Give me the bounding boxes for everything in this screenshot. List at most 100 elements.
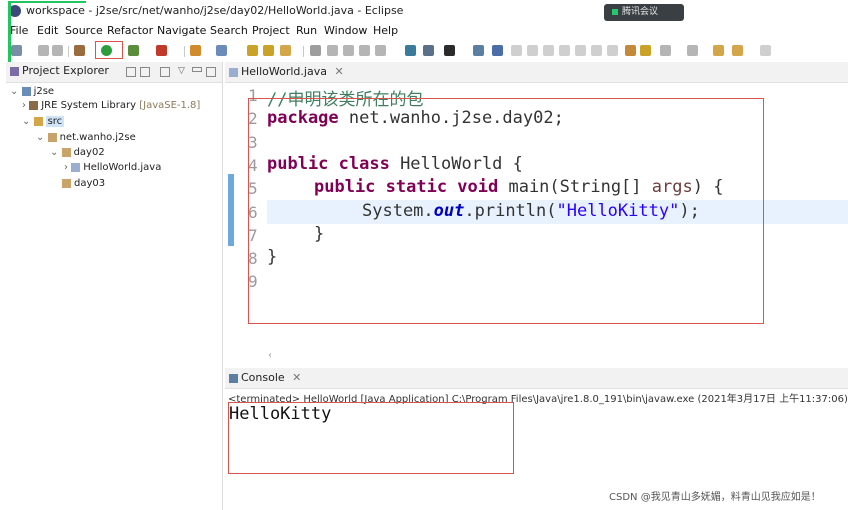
show-whitespace-icon[interactable] (359, 45, 370, 56)
menu-window[interactable]: Window (324, 24, 367, 37)
meeting-label: 腾讯会议 (622, 7, 659, 17)
menu-edit[interactable]: Edit (37, 24, 58, 37)
tree-item-day02[interactable]: ⌄ day02 (50, 147, 105, 158)
project-explorer-icon (10, 66, 19, 76)
tree-item-label: net.wanho.j2se (59, 132, 136, 143)
debug-icon[interactable] (74, 45, 85, 56)
tree-item-j2se[interactable]: ⌄ j2se (10, 86, 54, 97)
tab-project-explorer[interactable]: Project Explorer (10, 64, 109, 81)
chevron-down-icon: ⌄ (50, 147, 59, 158)
save-all-icon[interactable] (52, 45, 63, 56)
editor-tab-label: HelloWorld.java (241, 65, 327, 78)
search-icon[interactable] (280, 45, 291, 56)
tree-item-jre-library[interactable]: › JRE System Library [JavaSE-1.8] (22, 100, 200, 111)
tree-item-label: j2se (33, 86, 55, 97)
tab-helloworld-java[interactable]: HelloWorld.java ✕ (229, 65, 344, 78)
open-task-icon[interactable] (263, 45, 274, 56)
menu-file[interactable]: File (10, 24, 28, 37)
java-file-icon (229, 67, 238, 77)
meeting-icon (612, 8, 618, 15)
disconnect-icon[interactable] (559, 45, 570, 56)
link-with-editor-icon[interactable] (140, 67, 150, 77)
new-icon[interactable] (11, 45, 22, 56)
back-icon[interactable] (713, 45, 724, 56)
tab-console[interactable]: Console ✕ (229, 371, 301, 384)
meeting-badge[interactable]: 腾讯会议 (604, 4, 684, 21)
step-return-icon[interactable] (607, 45, 618, 56)
code-annotation-box (248, 98, 764, 324)
last-edit-icon[interactable] (687, 45, 698, 56)
tree-item-label: src (45, 116, 65, 127)
toolbar (0, 42, 848, 60)
step-over-icon[interactable] (591, 45, 602, 56)
close-icon[interactable]: ✕ (334, 65, 343, 78)
new-package-icon[interactable] (216, 45, 227, 56)
forward-icon[interactable] (760, 45, 771, 56)
chevron-right-icon: › (22, 100, 26, 111)
menu-source[interactable]: Source (65, 24, 103, 37)
source-folder-icon (33, 116, 43, 126)
menu-project[interactable]: Project (252, 24, 290, 37)
window-title: workspace - j2se/src/net/wanho/j2se/day0… (26, 4, 404, 17)
menu-bar: File Edit Source Refactor Navigate Searc… (0, 24, 848, 41)
step-into-icon[interactable] (575, 45, 586, 56)
toggle-mark-icon[interactable] (310, 45, 321, 56)
minimize-icon[interactable] (192, 67, 202, 72)
debug-perspective-icon[interactable] (444, 45, 455, 56)
java-file-icon (71, 162, 81, 172)
console-annotation-box (228, 402, 514, 474)
tree-item-label: HelloWorld.java (83, 162, 162, 173)
run-button-highlight (95, 41, 123, 59)
forward-history-icon[interactable] (732, 45, 743, 56)
skip-breakpoints-icon[interactable] (492, 45, 503, 56)
package-icon (62, 178, 71, 188)
tree-item-day03[interactable]: day03 (62, 178, 105, 189)
close-icon[interactable]: ✕ (292, 371, 301, 384)
window-title-bar: workspace - j2se/src/net/wanho/j2se/day0… (0, 0, 848, 24)
tab-project-explorer-label: Project Explorer (22, 64, 109, 77)
external-tools-icon[interactable] (156, 45, 167, 56)
tree-item-package-root[interactable]: ⌄ net.wanho.j2se (36, 132, 136, 143)
task-list-icon[interactable] (625, 45, 636, 56)
annotation-icon[interactable] (327, 45, 338, 56)
menu-navigate[interactable]: Navigate (157, 24, 206, 37)
console-tab-bar: Console ✕ (225, 368, 848, 389)
menu-help[interactable]: Help (373, 24, 398, 37)
web-browser-icon[interactable] (405, 45, 416, 56)
suspend-icon[interactable] (527, 45, 538, 56)
previous-annotation-icon[interactable] (660, 45, 671, 56)
save-icon[interactable] (38, 45, 49, 56)
toolbar-separator (184, 46, 185, 57)
scroll-left-icon[interactable]: ‹ (268, 350, 272, 361)
open-type-icon[interactable] (247, 45, 258, 56)
tree-item-helloworld-java[interactable]: › HelloWorld.java (64, 162, 161, 173)
menu-refactor[interactable]: Refactor (107, 24, 153, 37)
tree-item-src[interactable]: ⌄ src (22, 116, 65, 127)
change-marker (228, 174, 234, 246)
resume-icon[interactable] (511, 45, 522, 56)
view-menu-icon[interactable]: ▽ (178, 66, 185, 76)
package-icon (47, 132, 57, 142)
block-select-icon[interactable] (343, 45, 354, 56)
chevron-right-icon: › (64, 162, 68, 173)
collapse-all-icon[interactable] (126, 67, 136, 77)
filter-icon[interactable] (160, 67, 170, 77)
green-accent-line (8, 1, 86, 3)
toolbar-separator (303, 46, 304, 57)
pin-icon[interactable] (423, 45, 434, 56)
project-explorer: Project Explorer ▽ ⌄ j2se › JRE System L… (6, 62, 223, 510)
new-java-project-icon[interactable] (190, 45, 201, 56)
tree-item-suffix: [JavaSE-1.8] (139, 100, 201, 111)
package-icon (61, 147, 71, 157)
format-icon[interactable] (375, 45, 386, 56)
watermark: CSDN @我见青山多妩媚，料青山见我应如是！ (609, 492, 821, 503)
tree-item-label: JRE System Library (41, 100, 137, 111)
menu-search[interactable]: Search (210, 24, 248, 37)
menu-run[interactable]: Run (296, 24, 317, 37)
terminate-icon[interactable] (543, 45, 554, 56)
maximize-icon[interactable] (206, 67, 216, 77)
next-annotation-icon[interactable] (640, 45, 651, 56)
console-icon[interactable] (473, 45, 484, 56)
chevron-down-icon: ⌄ (22, 116, 31, 127)
coverage-icon[interactable] (128, 45, 139, 56)
